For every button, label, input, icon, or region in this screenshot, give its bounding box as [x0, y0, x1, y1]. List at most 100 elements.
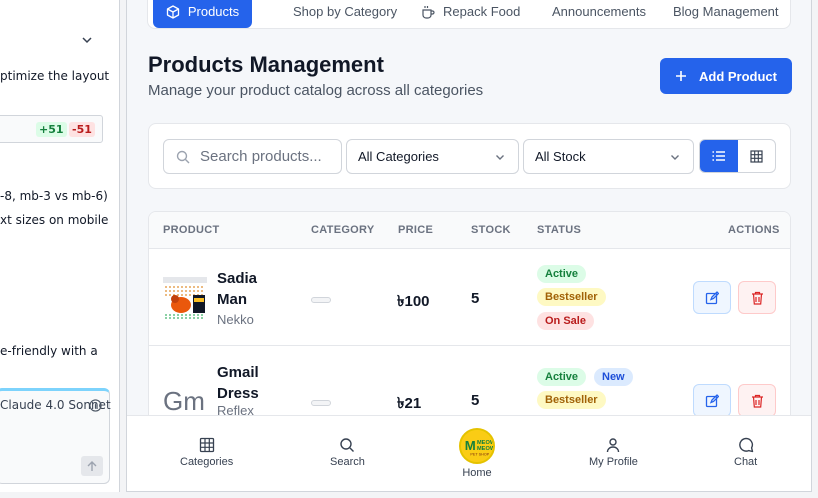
column-header-category: CATEGORY [311, 224, 375, 236]
product-image: Gm [163, 378, 207, 416]
product-brand: Nekko [217, 312, 254, 327]
coffee-cup-icon [422, 5, 435, 19]
nav-search[interactable]: Search [330, 437, 365, 468]
page-title: Products Management [148, 52, 384, 77]
edit-icon [705, 393, 719, 407]
tab-label: Announcements [552, 4, 646, 19]
chat-panel: ptimize the layout +51 -51 -8, mb-3 vs m… [0, 0, 120, 492]
arrow-up-icon [87, 460, 97, 471]
products-table: PRODUCT CATEGORY PRICE STOCK STATUS ACTI… [148, 211, 791, 416]
nav-chat[interactable]: Chat [734, 437, 757, 468]
chat-text-line: xt sizes on mobile [0, 213, 109, 227]
column-header-product: PRODUCT [163, 224, 220, 236]
send-button[interactable] [81, 456, 103, 476]
tab-label: Repack Food [443, 4, 521, 19]
grid-view-button[interactable] [738, 140, 776, 172]
category-pill [311, 400, 331, 406]
stock-select[interactable]: All Stock [523, 139, 694, 174]
nav-label: Chat [734, 456, 758, 468]
category-select-value: All Categories [358, 149, 439, 164]
tab-repack-food[interactable]: Repack Food [421, 0, 520, 28]
status-badge-on-sale: On Sale [537, 312, 594, 330]
trash-icon [751, 291, 763, 305]
info-icon[interactable] [89, 399, 102, 412]
user-icon [607, 438, 620, 453]
status-badge-bestseller: Bestseller [537, 391, 606, 409]
admin-tabs: Products Shop by Category Repack Food An… [147, 0, 791, 29]
main-content: Products Shop by Category Repack Food An… [127, 0, 811, 416]
list-icon [712, 151, 725, 161]
edit-button[interactable] [693, 281, 731, 314]
view-toggle [699, 139, 776, 173]
add-product-button[interactable]: Add Product [660, 58, 792, 94]
grid-icon [199, 437, 214, 453]
chat-text-line: -8, mb-3 vs mb-6) [0, 189, 108, 203]
filter-bar: All Categories All Stock [148, 123, 791, 189]
bottom-navigation: Categories Search M MEOW MEOW PET SHOP H… [127, 415, 811, 491]
tab-announcements[interactable]: Announcements [552, 0, 646, 28]
search-input[interactable] [200, 148, 330, 165]
add-product-label: Add Product [699, 68, 777, 84]
column-header-stock: STOCK [471, 224, 511, 236]
svg-text:M: M [465, 438, 476, 453]
shop-logo-image: M MEOW MEOW PET SHOP [461, 430, 493, 462]
product-stock: 5 [471, 290, 480, 307]
chat-bubble-icon [738, 437, 753, 453]
chevron-down-icon[interactable] [80, 33, 94, 47]
tab-label: Blog Management [673, 4, 779, 19]
column-header-actions: ACTIONS [728, 224, 780, 236]
edit-icon [705, 290, 719, 304]
svg-text:PET SHOP: PET SHOP [470, 452, 489, 456]
nav-label: My Profile [589, 456, 638, 468]
svg-text:MEOW: MEOW [477, 446, 493, 452]
tab-products[interactable]: Products [153, 0, 252, 28]
product-name: Sadia Man [217, 270, 258, 308]
product-name: Gmail Dress [217, 364, 259, 402]
nav-home[interactable]: M MEOW MEOW PET SHOP Home [459, 428, 495, 479]
edit-button[interactable] [693, 384, 731, 416]
grid-icon [750, 149, 763, 163]
stock-select-value: All Stock [535, 149, 586, 164]
column-header-price: PRICE [398, 224, 434, 236]
page-subtitle: Manage your product catalog across all c… [148, 82, 484, 99]
search-icon [176, 150, 190, 163]
product-image [163, 277, 207, 321]
nav-categories[interactable]: Categories [180, 437, 233, 468]
category-pill [311, 297, 331, 303]
column-header-status: STATUS [537, 224, 582, 236]
trash-icon [751, 394, 763, 408]
search-box[interactable] [163, 139, 342, 174]
product-price: ৳21 [397, 395, 422, 412]
status-badge-active: Active [537, 265, 587, 283]
list-view-button[interactable] [700, 140, 738, 172]
tab-label: Products [187, 4, 240, 19]
tab-label: Shop by Category [293, 4, 398, 19]
delete-button[interactable] [738, 281, 776, 314]
category-select[interactable]: All Categories [346, 139, 519, 174]
tab-blog-management[interactable]: Blog Management [673, 0, 779, 28]
chat-text-line: e-friendly with a [0, 344, 98, 358]
status-badge-active: Active [537, 368, 587, 386]
diff-removed-count: -51 [69, 122, 95, 137]
chevron-down-icon [496, 154, 504, 160]
nav-label: Home [462, 467, 492, 479]
search-icon [340, 438, 355, 452]
tab-shop-by-category[interactable]: Shop by Category [293, 0, 397, 28]
chat-text-line: ptimize the layout [0, 69, 110, 83]
nav-label: Categories [180, 456, 234, 468]
table-row: Gm Gmail Dress Reflex ৳21 5 Active New B… [149, 346, 790, 416]
nav-label: Search [330, 456, 365, 468]
product-price: ৳100 [397, 293, 430, 310]
product-stock: 5 [471, 392, 480, 409]
app-window: Products Shop by Category Repack Food An… [126, 0, 812, 492]
cube-icon [166, 4, 179, 19]
svg-text:Gm: Gm [163, 386, 205, 416]
chevron-down-icon [671, 154, 679, 160]
delete-button[interactable] [738, 384, 776, 416]
nav-my-profile[interactable]: My Profile [589, 437, 638, 468]
table-row: Sadia Man Nekko ৳100 5 Active Bestseller… [149, 249, 790, 346]
status-badge-new: New [594, 368, 633, 386]
shop-logo: M MEOW MEOW PET SHOP [459, 428, 495, 464]
status-badge-bestseller: Bestseller [537, 288, 606, 306]
diff-added-count: +51 [36, 122, 67, 137]
